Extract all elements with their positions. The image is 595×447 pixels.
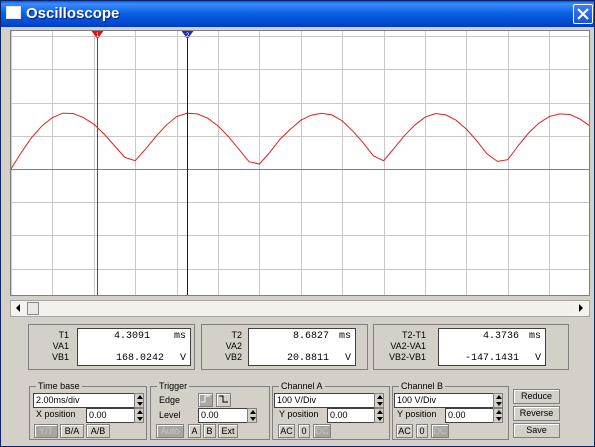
readout1-display: 4.3091 ms 168.0242 V [77,328,191,366]
window-title: Oscilloscope [26,5,120,22]
vb1-value: 168.0242 [115,353,164,364]
vb2-unit: V [344,353,351,364]
vb1-label: VB1 [51,352,69,362]
edge-rising-button[interactable] [198,393,213,407]
spinner-arrows-icon [496,395,502,406]
close-button[interactable] [573,4,593,24]
channel-a-zero-button[interactable]: 0 [298,424,310,438]
vb2-label: VB2 [224,352,242,362]
channel-b-scale-spinner[interactable] [493,393,503,408]
channel-b-ypos-field[interactable]: 0.00 [445,408,494,423]
trigger-a-button[interactable]: A [188,424,201,438]
spinner-arrows-icon [377,410,383,421]
scope-graph: 12 [11,31,589,295]
timebase-group: Time base 2.00ms/div X position 0.00 Y/T… [29,381,147,440]
timebase-scale-field[interactable]: 2.00ms/div [33,393,135,408]
spinner-arrows-icon [496,410,502,421]
channel-a-ypos-field[interactable]: 0.00 [327,408,375,423]
vb2-vb1-label: VB2-VB1 [388,352,426,362]
spinner-arrows-icon [137,410,143,421]
scroll-thumb[interactable] [27,302,39,315]
vb1-unit: V [179,353,186,364]
spinner-arrows-icon [250,410,256,421]
ab-button[interactable]: A/B [86,424,110,438]
channel-b-zero-button[interactable]: 0 [416,424,428,438]
t1-unit: ms [173,331,186,342]
timebase-title: Time base [36,381,82,391]
level-label: Level [159,410,181,420]
va1-label: VA1 [52,341,69,351]
channel-b-group: Channel B 100 V/Div Y position 0.00 AC 0… [392,381,509,440]
dt-unit: ms [528,331,541,342]
arrow-left-icon [16,304,20,312]
readout-cursor2: T2 VA2 VB2 8.6827 ms 20.8811 V [201,324,368,370]
timebase-scale-spinner[interactable] [134,393,144,408]
close-icon [577,8,589,20]
channel-b-title: Channel B [399,381,446,391]
save-button[interactable]: Save [513,423,560,438]
readout2-display: 8.6827 ms 20.8811 V [248,328,356,366]
channel-b-ac-button[interactable]: AC [396,424,413,438]
t2-label: T2 [231,330,242,340]
channel-a-scale-spinner[interactable] [374,393,384,408]
trigger-title: Trigger [157,381,190,391]
channel-a-ypos-label: Y position [279,409,319,419]
dvb-unit: V [534,353,541,364]
level-spinner[interactable] [247,408,257,423]
title-bar[interactable]: Oscilloscope [1,1,594,27]
readout3-display: 4.3736 ms -147.1431 V [438,328,546,366]
edge-falling-button[interactable] [216,393,231,407]
oscilloscope-window: Oscilloscope 12 T1 VA1 VB1 4.3091 ms 168… [0,0,595,447]
channel-a-ac-button[interactable]: AC [278,424,295,438]
channel-b-ypos-spinner[interactable] [493,408,503,423]
spinner-arrows-icon [137,395,143,406]
trigger-group: Trigger Edge Level 0.00 Auto A B Ext [150,381,270,440]
dt-value: 4.3736 [482,331,519,342]
horizontal-scrollbar[interactable] [10,300,590,317]
ba-button[interactable]: B/A [60,424,84,438]
yt-button[interactable]: Y/T [34,424,58,438]
dvb-value: -147.1431 [464,353,519,364]
level-field[interactable]: 0.00 [198,408,248,423]
channel-b-dc-button[interactable]: DC [431,424,449,438]
t2-value: 8.6827 [292,331,329,342]
xposition-spinner[interactable] [134,408,144,423]
edge-label: Edge [159,395,181,405]
falling-edge-icon [219,395,228,403]
arrow-right-icon [579,304,583,312]
channel-a-ypos-spinner[interactable] [374,408,384,423]
xposition-label: X position [36,409,76,419]
t1-label: T1 [58,330,69,340]
channel-b-scale-field[interactable]: 100 V/Div [394,393,494,408]
trigger-auto-button[interactable]: Auto [156,424,184,438]
channel-a-dc-button[interactable]: DC [313,424,331,438]
scroll-left-button[interactable] [11,301,26,316]
rising-edge-icon [201,395,210,403]
va2-label: VA2 [225,341,242,351]
va2-va1-label: VA2-VA1 [390,341,426,351]
spinner-arrows-icon [377,395,383,406]
scroll-right-button[interactable] [574,301,589,316]
trigger-ext-button[interactable]: Ext [218,424,238,438]
t2-unit: ms [338,331,351,342]
channel-a-scale-field[interactable]: 100 V/Div [274,393,375,408]
reverse-button[interactable]: Reverse [513,406,560,421]
vb2-value: 20.8811 [286,353,329,364]
channel-a-title: Channel A [279,381,325,391]
channel-a-group: Channel A 100 V/Div Y position 0.00 AC 0… [272,381,390,440]
xposition-field[interactable]: 0.00 [86,408,135,423]
window-icon [6,6,21,19]
scope-display[interactable]: 12 [10,30,590,296]
reduce-button[interactable]: Reduce [513,389,560,404]
readout-cursor1: T1 VA1 VB1 4.3091 ms 168.0242 V [28,324,195,370]
t1-value: 4.3091 [113,331,150,342]
channel-b-ypos-label: Y position [397,409,437,419]
trigger-b-button[interactable]: B [203,424,216,438]
readout-difference: T2-T1 VA2-VA1 VB2-VB1 4.3736 ms -147.143… [373,324,569,370]
t2-t1-label: T2-T1 [401,330,426,340]
